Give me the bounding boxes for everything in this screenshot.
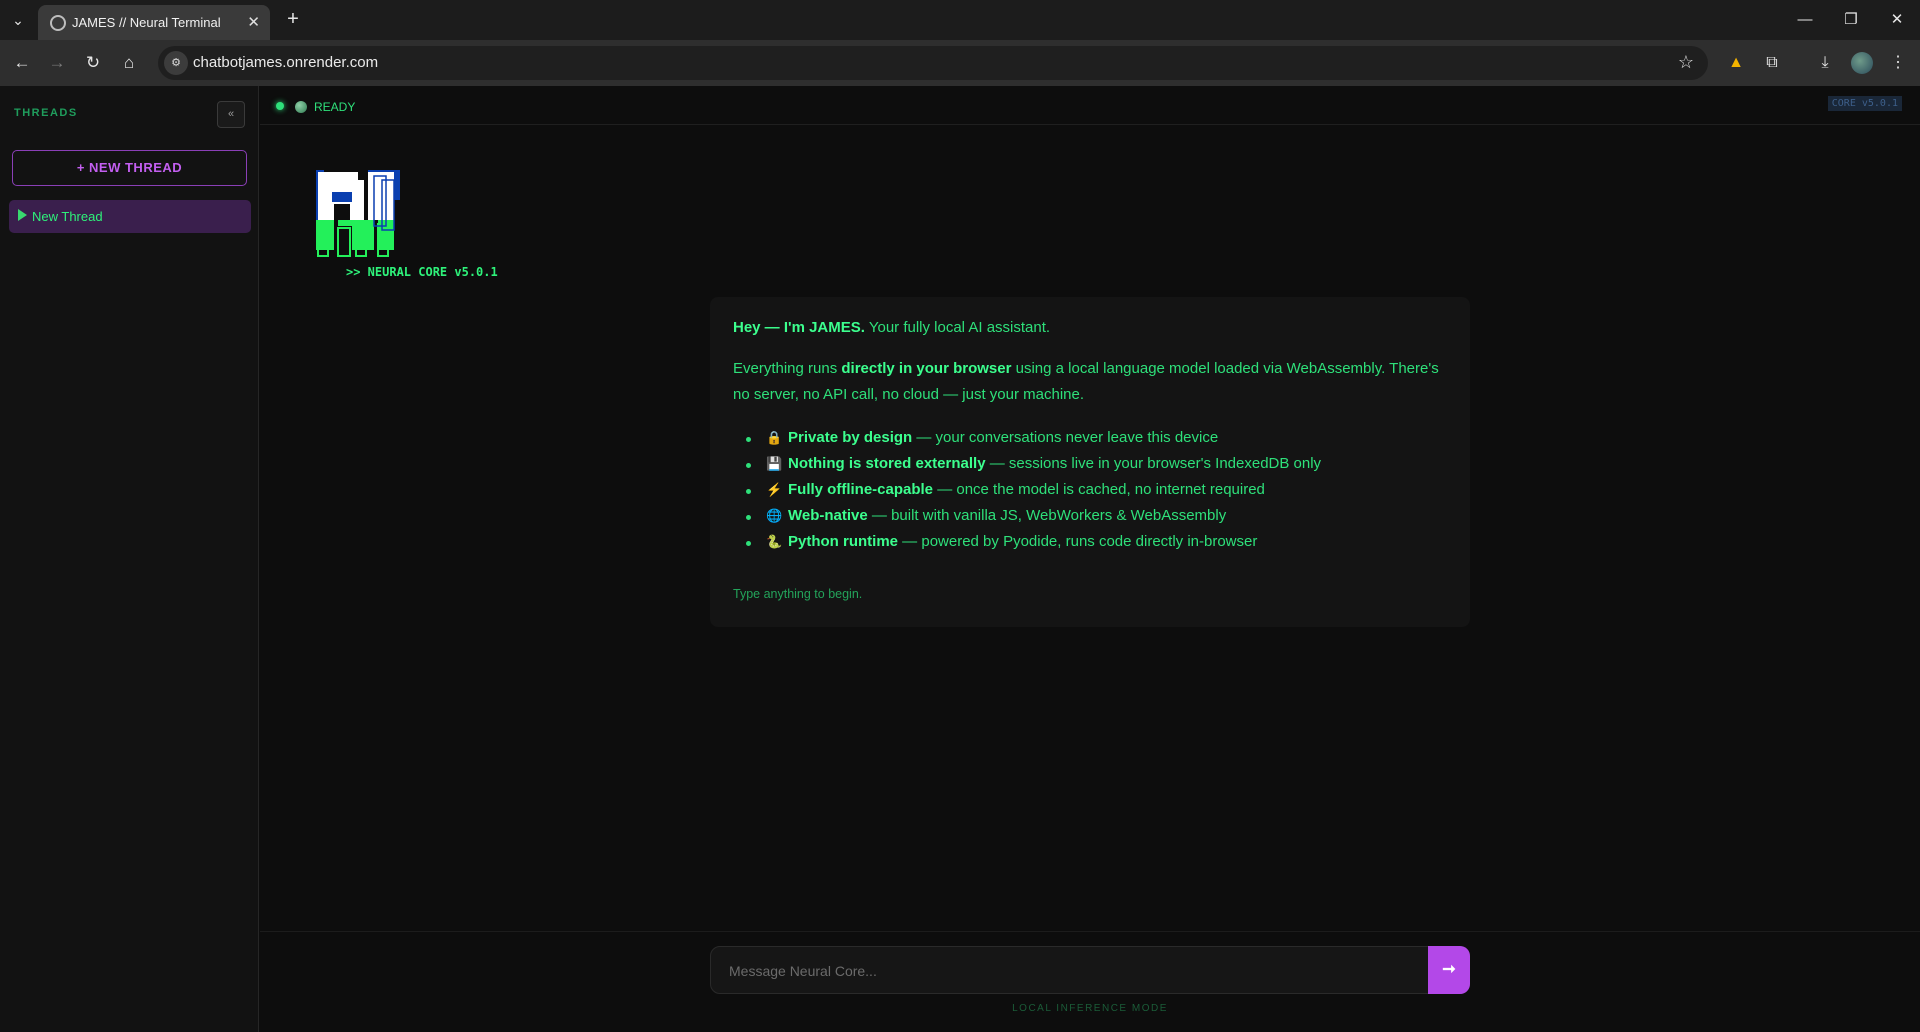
- collapse-sidebar-button[interactable]: «: [217, 101, 245, 128]
- message-composer: ➞: [710, 946, 1470, 994]
- feature-desc: — once the model is cached, no internet …: [933, 481, 1265, 498]
- inference-mode-label: LOCAL INFERENCE MODE: [1012, 1003, 1168, 1014]
- restore-icon[interactable]: ❐: [1828, 6, 1874, 34]
- feature-title: Nothing is stored externally: [788, 455, 986, 472]
- forward-icon[interactable]: →: [44, 50, 70, 76]
- browser-menu-icon[interactable]: ⋮: [1886, 51, 1910, 75]
- feature-item: 🌐 Web-native — built with vanilla JS, Web…: [746, 507, 1321, 533]
- feature-desc: — sessions live in your browser's Indexe…: [985, 455, 1322, 472]
- close-tab-icon[interactable]: ✕: [247, 13, 260, 31]
- thread-item[interactable]: New Thread: [9, 200, 251, 233]
- feature-item: ⚡ Fully offline-capable — once the model …: [746, 481, 1321, 507]
- globe-icon: [50, 15, 66, 31]
- lightning-icon: ⚡: [766, 482, 783, 497]
- intro-bold: directly in your browser: [841, 360, 1012, 377]
- status-globe-icon: [295, 101, 307, 113]
- lock-icon: 🔒: [766, 430, 783, 445]
- app-root: THREADS « + NEW THREAD New Thread READY …: [0, 86, 1920, 1032]
- minimize-icon[interactable]: —: [1782, 6, 1828, 34]
- intro-start: Everything runs: [733, 360, 842, 377]
- feature-list: 🔒 Private by design — your conversations …: [746, 429, 1321, 559]
- download-icon[interactable]: ⤓: [1813, 51, 1837, 75]
- sidebar: THREADS « + NEW THREAD New Thread: [0, 86, 259, 1032]
- james-pixel-logo: [316, 170, 400, 257]
- feature-item: 💾 Nothing is stored externally — sessions…: [746, 455, 1321, 481]
- status-bar: READY CORE v5.0.1: [260, 86, 1920, 125]
- feature-title: Fully offline-capable: [788, 481, 934, 498]
- intro-line-1: Everything runs directly in your browser…: [733, 360, 1439, 377]
- google-drive-icon[interactable]: ▲: [1724, 51, 1748, 75]
- main-panel: READY CORE v5.0.1 >> NEURAL CORE v5.0.1 …: [260, 86, 1920, 1032]
- globe-icon: 🌐: [766, 508, 783, 523]
- greeting-line: Hey — I'm JAMES. Your fully local AI ass…: [733, 319, 1050, 336]
- greeting-rest: Your fully local AI assistant.: [864, 319, 1051, 336]
- browser-toolbar: ← → ↻ ⌂ ⚙ chatbotjames.onrender.com ☆ ▲ …: [0, 40, 1920, 86]
- new-thread-button[interactable]: + NEW THREAD: [12, 150, 247, 186]
- feature-desc: — your conversations never leave this de…: [912, 429, 1219, 446]
- home-icon[interactable]: ⌂: [116, 50, 142, 76]
- feature-desc: — powered by Pyodide, runs code directly…: [898, 533, 1258, 550]
- feature-item: 🔒 Private by design — your conversations …: [746, 429, 1321, 455]
- feature-title: Private by design: [788, 429, 913, 446]
- browser-tab[interactable]: JAMES // Neural Terminal ✕: [38, 5, 270, 40]
- welcome-card: Hey — I'm JAMES. Your fully local AI ass…: [710, 297, 1470, 627]
- feature-title: Web-native: [788, 507, 868, 524]
- feature-title: Python runtime: [788, 533, 899, 550]
- sidebar-title: THREADS: [14, 107, 78, 119]
- floppy-disk-icon: 💾: [766, 456, 783, 471]
- intro-line-2: no server, no API call, no cloud — just …: [733, 386, 1085, 403]
- browser-tab-strip: ⌄ JAMES // Neural Terminal ✕ + — ❐ ✕: [0, 0, 1920, 40]
- profile-avatar[interactable]: [1851, 52, 1873, 74]
- feature-item: 🐍 Python runtime — powered by Pyodide, ru…: [746, 533, 1321, 559]
- composer-divider: [260, 931, 1920, 932]
- message-input[interactable]: [729, 960, 1409, 982]
- core-version-badge: CORE v5.0.1: [1827, 96, 1902, 111]
- extensions-icon[interactable]: ⧉: [1760, 51, 1784, 75]
- tab-title: JAMES // Neural Terminal: [72, 15, 221, 30]
- thread-label: New Thread: [32, 209, 103, 224]
- feature-desc: — built with vanilla JS, WebWorkers & We…: [867, 507, 1227, 524]
- greeting-bold: Hey — I'm JAMES.: [733, 319, 865, 336]
- site-info-icon[interactable]: ⚙: [164, 51, 188, 75]
- status-indicator-dot: [276, 102, 284, 110]
- python-icon: 🐍: [766, 534, 783, 549]
- intro-end: using a local language model loaded via …: [1011, 360, 1439, 377]
- address-bar[interactable]: ⚙ chatbotjames.onrender.com ☆: [158, 46, 1708, 80]
- play-arrow-icon: [18, 209, 27, 221]
- bookmark-star-icon[interactable]: ☆: [1678, 52, 1694, 73]
- back-icon[interactable]: ←: [9, 50, 35, 76]
- reload-icon[interactable]: ↻: [80, 50, 106, 76]
- new-tab-icon[interactable]: +: [281, 7, 305, 31]
- begin-hint: Type anything to begin.: [733, 587, 863, 601]
- url-text[interactable]: chatbotjames.onrender.com: [193, 54, 378, 71]
- window-close-icon[interactable]: ✕: [1874, 6, 1920, 34]
- status-label: READY: [314, 100, 356, 114]
- send-button[interactable]: ➞: [1428, 946, 1470, 994]
- logo-caption: >> NEURAL CORE v5.0.1: [346, 265, 498, 279]
- tab-list-icon[interactable]: ⌄: [6, 8, 30, 32]
